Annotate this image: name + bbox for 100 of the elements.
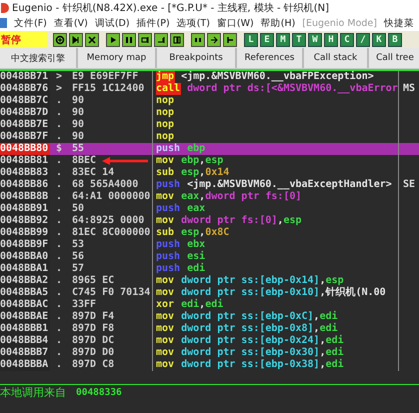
code-row[interactable]: 0048BB8B . 64:A1 0000000 mov eax,dword ptr fs:[0] (0, 191, 419, 203)
marker-cell-text: > (55, 71, 64, 83)
address-cell: 0048BBB4 (0, 335, 50, 347)
operands: dword ptr ss:[ebp-0x10],针织机(N.00 (180, 287, 386, 298)
code-row[interactable]: 0048BB80 $ 55 push ebp (0, 143, 419, 155)
marker-cell-text: . (55, 287, 64, 299)
operands: dword ptr ss:[ebp-0x14],esp (180, 275, 344, 286)
operands: ebp (186, 143, 206, 154)
tab[interactable]: Call tree (369, 48, 419, 68)
code-row[interactable]: 0048BBB7 . 897D D0 mov dword ptr ss:[ebp-0x30],edi (0, 347, 419, 359)
operands: esp,0x8C (180, 227, 230, 238)
mnemonic: mov (156, 275, 176, 287)
menu-item[interactable]: 选项(T) (176, 16, 210, 30)
toolbar-button[interactable]: / (356, 32, 370, 46)
operands: dword ptr ss:[ebp-0x24],edi (180, 335, 344, 346)
tab[interactable]: References (237, 48, 304, 68)
code-row[interactable]: 0048BBA2 . 8965 EC mov dword ptr ss:[ebp-0x14],esp (0, 275, 419, 287)
code-row[interactable]: 0048BB76 > FF15 1C12400 call dword ptr ds:[<&MSVBVM60.__vbaError MS (0, 83, 419, 95)
code-row[interactable]: 0048BBAC . 33FF xor edi,edi (0, 299, 419, 311)
mnemonic: sub (156, 227, 176, 239)
menu-item[interactable]: 调试(D) (94, 16, 130, 30)
toolbar-button[interactable]: W (308, 32, 322, 46)
operands: esp,0x14 (180, 167, 230, 178)
tab[interactable]: Memory map (78, 48, 157, 68)
operands: eax,dword ptr fs:[0] (180, 191, 302, 202)
address-cell: 0048BBB7 (0, 347, 50, 359)
bytes-cell: 68 565A4000 (72, 179, 153, 191)
tab[interactable]: Breakpoints (157, 48, 237, 68)
marker-cell-text: . (55, 227, 64, 239)
operands: edi,edi (180, 299, 224, 310)
pause-icon[interactable] (122, 32, 136, 46)
mnemonic: mov (156, 311, 176, 323)
marker-cell-text: . (55, 191, 64, 203)
code-row[interactable]: 0048BB99 . 81EC 8C000000 sub esp,0x8C (0, 227, 419, 239)
toolbar-button[interactable]: T (292, 32, 306, 46)
code-row[interactable]: 0048BB7D . 90 nop (0, 107, 419, 119)
marker-cell-text: $ (55, 143, 64, 155)
play-icon[interactable] (106, 32, 120, 46)
address-cell: 0048BBBA (0, 359, 50, 371)
address-cell: 0048BB76 (0, 83, 50, 95)
arrow-annotation (102, 157, 148, 165)
toolbar-button[interactable]: L (244, 32, 258, 46)
code-row[interactable]: 0048BB83 . 83EC 14 sub esp,0x14 (0, 167, 419, 179)
toolbar-button[interactable]: E (260, 32, 274, 46)
code-row[interactable]: 0048BB7E . 90 nop (0, 119, 419, 131)
toolbar-button[interactable]: H (324, 32, 338, 46)
address-cell: 0048BBAC (0, 299, 50, 311)
code-row[interactable]: 0048BBAE . 897D F4 mov dword ptr ss:[ebp-0xC],edi (0, 311, 419, 323)
menu-item[interactable]: 帮助(H) (260, 16, 296, 30)
tab[interactable]: 中文搜索引擎 (0, 48, 78, 68)
menu-item[interactable]: 窗口(W) (216, 16, 254, 30)
menu-item[interactable]: 快捷菜 (384, 16, 414, 30)
code-row[interactable]: 0048BB9F . 53 push ebx (0, 239, 419, 251)
mnemonic: push (156, 239, 182, 251)
bytes-cell: 64:8925 0000 (72, 215, 153, 227)
operands: ebp,esp (180, 155, 224, 166)
code-row[interactable]: 0048BBB4 . 897D DC mov dword ptr ss:[ebp-0x24],edi (0, 335, 419, 347)
operands: eax (186, 203, 206, 214)
toolbar-button[interactable]: B (388, 32, 402, 46)
code-row[interactable]: 0048BB86 . 68 565A4000 push <jmp.&MSVBVM60.__vbaExceptHandler> SE (0, 179, 419, 191)
operands: esi (186, 251, 206, 262)
menu-item[interactable]: 查看(V) (54, 16, 88, 30)
mnemonic: push (156, 179, 182, 191)
code-row[interactable]: 0048BBB1 . 897D F8 mov dword ptr ss:[ebp-0x8],edi (0, 323, 419, 335)
tab[interactable]: Call stack (304, 48, 369, 68)
menu-item[interactable]: 文件(F) (14, 16, 47, 30)
code-row[interactable]: 0048BB7C . 90 nop (0, 95, 419, 107)
mnemonic: sub (156, 167, 176, 179)
code-row[interactable]: 0048BB92 . 64:8925 0000 mov dword ptr fs:[0],esp (0, 215, 419, 227)
address-cell: 0048BBA0 (0, 251, 50, 263)
code-row[interactable]: 0048BBBA . 897D C8 mov dword ptr ss:[ebp-0x38],edi (0, 359, 419, 371)
toolbar-button[interactable]: M (276, 32, 290, 46)
bars-icon[interactable] (191, 32, 205, 46)
code-row[interactable]: 0048BBA1 . 57 push edi (0, 263, 419, 275)
address-cell: 0048BB8B (0, 191, 50, 203)
bytes-cell: FF15 1C12400 (72, 83, 153, 95)
code-row[interactable]: 0048BB71 > E9 E69EF7FF jmp <jmp.&MSVBVM60.__vbaFPException> (0, 71, 419, 83)
mnemonic: nop (156, 119, 176, 131)
plus-icon[interactable] (53, 32, 67, 46)
mnemonic: xor (156, 299, 176, 311)
bytes-cell: 8965 EC (72, 275, 153, 287)
marker-cell-text: . (55, 311, 64, 323)
address-cell: 0048BBAE (0, 311, 50, 323)
bytes-cell: 56 (72, 251, 153, 263)
address-cell: 0048BB92 (0, 215, 50, 227)
code-row[interactable]: 0048BBA0 . 56 push esi (0, 251, 419, 263)
app-icon (1, 2, 9, 12)
bytes-cell: 90 (72, 95, 153, 107)
mnemonic: mov (156, 335, 176, 347)
menu-item[interactable]: 插件(P) (136, 16, 170, 30)
window-title: Eugenio - 针织机(N8.42X).exe - [*G.P.U* - 主线程, 模块 - 针织机(N] (12, 2, 330, 14)
code-row[interactable]: 0048BBA5 . C745 F0 70134 mov dword ptr ss:[ebp-0x10],针织机(N.00 (0, 287, 419, 299)
code-row[interactable]: 0048BB91 . 50 push eax (0, 203, 419, 215)
toolbar-button[interactable]: K (372, 32, 386, 46)
address-cell: 0048BB91 (0, 203, 50, 215)
marker-cell-text: . (55, 359, 64, 371)
operands: ebx (186, 239, 206, 250)
marker-cell-text: . (55, 167, 64, 179)
toolbar-button[interactable]: C (340, 32, 354, 46)
cross-icon[interactable] (85, 32, 99, 46)
